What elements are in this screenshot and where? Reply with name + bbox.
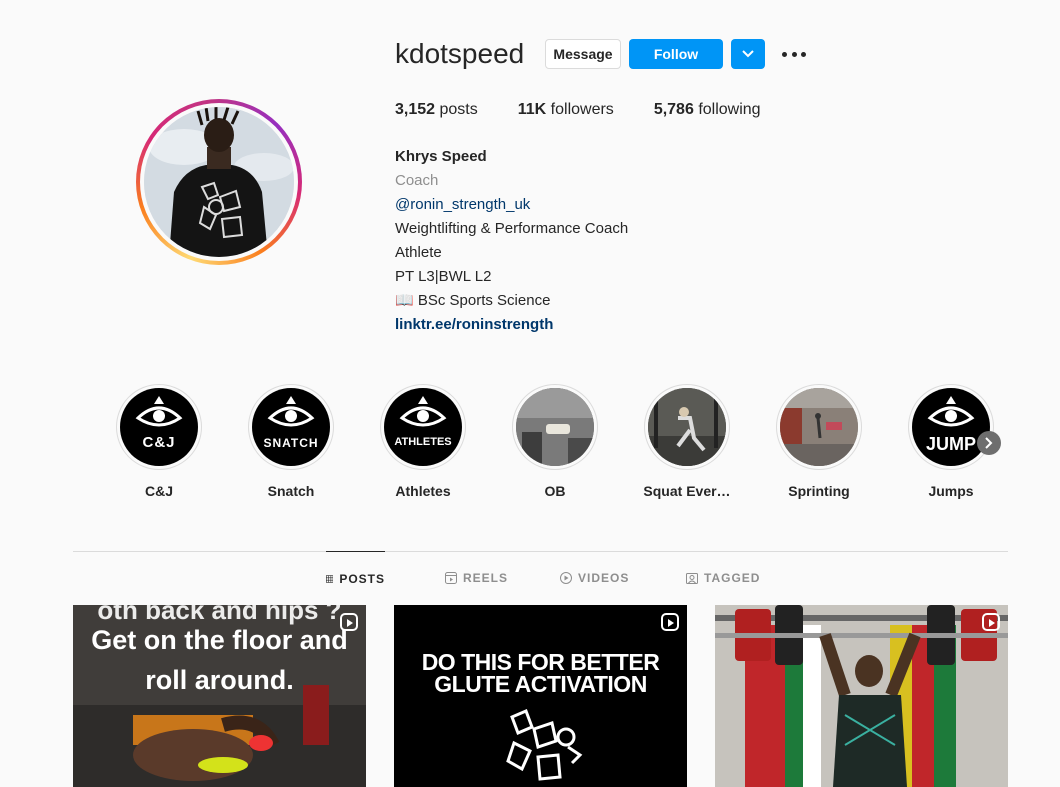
profile-bio: Khrys Speed Coach @ronin_strength_uk Wei… bbox=[395, 145, 628, 337]
tabs-divider bbox=[73, 551, 1008, 552]
highlight-ring: SNATCH bbox=[248, 384, 334, 470]
posts-label: posts bbox=[439, 101, 478, 118]
suggested-accounts-button[interactable] bbox=[731, 39, 765, 69]
highlight-item[interactable]: ATHLETES Athletes bbox=[378, 384, 468, 499]
tab-label: REELS bbox=[463, 571, 509, 585]
highlight-ring bbox=[644, 384, 730, 470]
video-icon bbox=[560, 572, 572, 584]
highlight-cover: SNATCH bbox=[252, 388, 330, 466]
highlight-ring bbox=[776, 384, 862, 470]
tab-label: TAGGED bbox=[704, 571, 761, 585]
post-caption-line: roll around. bbox=[145, 665, 294, 695]
bio-line: PT L3|BWL L2 bbox=[395, 268, 492, 285]
highlights-next-button[interactable] bbox=[977, 431, 1001, 455]
chevron-right-icon bbox=[985, 437, 993, 449]
bio-mention-link[interactable]: @ronin_strength_uk bbox=[395, 193, 628, 217]
highlight-badge-text: SNATCH bbox=[263, 436, 319, 450]
avatar-photo bbox=[144, 107, 294, 257]
posts-count: 3,152 bbox=[395, 101, 436, 118]
following-stat[interactable]: 5,786 following bbox=[654, 101, 761, 119]
highlight-label: OB bbox=[544, 483, 566, 499]
avatar[interactable] bbox=[144, 107, 294, 257]
highlight-label: Athletes bbox=[395, 483, 451, 499]
highlight-label: Squat Ever… bbox=[643, 483, 731, 499]
car-interior-photo bbox=[516, 388, 594, 466]
more-dot bbox=[782, 51, 787, 57]
follow-button[interactable]: Follow bbox=[629, 39, 723, 69]
highlight-ring bbox=[512, 384, 598, 470]
highlight-cover: JUMP bbox=[912, 388, 990, 466]
highlight-item[interactable]: Sprinting bbox=[774, 384, 864, 499]
bio-line: Athlete bbox=[395, 244, 442, 261]
highlight-ring: ATHLETES bbox=[380, 384, 466, 470]
reel-indicator-icon bbox=[661, 613, 679, 631]
highlight-cover: C&J bbox=[120, 388, 198, 466]
more-dot bbox=[791, 51, 797, 57]
post-thumbnail[interactable]: oth back and hips ? Get on the floor and… bbox=[73, 605, 366, 787]
highlight-cover: ATHLETES bbox=[384, 388, 462, 466]
post-thumbnail[interactable] bbox=[715, 605, 1008, 787]
grid-icon bbox=[326, 574, 334, 583]
post-thumbnail[interactable]: DO THIS FOR BETTER GLUTE ACTIVATION bbox=[394, 605, 687, 787]
highlight-cover bbox=[648, 388, 726, 466]
posts-stat: 3,152 posts bbox=[395, 101, 478, 119]
highlight-label: Sprinting bbox=[788, 483, 850, 499]
tab-reels[interactable]: REELS bbox=[445, 551, 508, 605]
bio-line: 📖 BSc Sports Science bbox=[395, 292, 551, 309]
highlight-ring: C&J bbox=[116, 384, 202, 470]
highlight-label: Snatch bbox=[267, 483, 315, 499]
profile-username: kdotspeed bbox=[395, 38, 525, 69]
post-caption-line: oth back and hips ? bbox=[97, 605, 342, 625]
highlight-label: Jumps bbox=[928, 483, 974, 499]
eye-logo-icon bbox=[135, 396, 183, 427]
bio-external-link[interactable]: linktr.ee/roninstrength bbox=[395, 313, 628, 337]
gym-squat-photo bbox=[648, 388, 726, 466]
tab-posts[interactable]: POSTS bbox=[326, 551, 385, 605]
bio-full-name: Khrys Speed bbox=[395, 148, 487, 165]
reel-indicator-icon bbox=[340, 613, 358, 631]
highlight-badge-text: ATHLETES bbox=[394, 436, 452, 448]
message-button[interactable]: Message bbox=[545, 39, 621, 69]
reel-indicator-icon bbox=[982, 613, 1000, 631]
highlight-badge-text: C&J bbox=[142, 434, 176, 451]
eye-logo-icon bbox=[399, 396, 447, 427]
tab-tagged[interactable]: TAGGED bbox=[686, 551, 760, 605]
highlight-cover bbox=[780, 388, 858, 466]
post-caption-line: GLUTE ACTIVATION bbox=[434, 671, 647, 697]
tab-label: VIDEOS bbox=[578, 571, 630, 585]
profile-stats: 3,152 posts 11K followers 5,786 followin… bbox=[395, 101, 801, 119]
highlight-item[interactable]: SNATCH Snatch bbox=[246, 384, 336, 499]
bio-line: Weightlifting & Performance Coach bbox=[395, 220, 629, 237]
followers-count: 11K bbox=[517, 101, 547, 118]
ronin-logo-icon bbox=[506, 709, 583, 781]
tagged-icon bbox=[686, 573, 698, 584]
tab-label: POSTS bbox=[339, 571, 385, 586]
highlight-item[interactable]: Squat Ever… bbox=[642, 384, 732, 499]
more-dot bbox=[801, 51, 806, 57]
following-count: 5,786 bbox=[653, 101, 694, 118]
highlight-item[interactable]: OB bbox=[510, 384, 600, 499]
more-options-icon[interactable] bbox=[782, 46, 806, 62]
highlight-cover bbox=[516, 388, 594, 466]
street-sprint-photo bbox=[780, 388, 858, 466]
highlight-ring: JUMP bbox=[908, 384, 994, 470]
following-label: following bbox=[698, 101, 761, 118]
post-clean-and-jerk-photo bbox=[715, 605, 1008, 787]
bio-category: Coach bbox=[395, 172, 439, 189]
highlight-item[interactable]: C&J C&J bbox=[114, 384, 204, 499]
chevron-down-icon bbox=[742, 50, 754, 58]
profile-avatar-ring[interactable] bbox=[136, 99, 302, 265]
reels-icon bbox=[445, 572, 457, 584]
post-caption-line: Get on the floor and bbox=[91, 625, 348, 655]
avatar-ring-gap bbox=[140, 103, 298, 261]
followers-stat[interactable]: 11K followers bbox=[518, 101, 614, 119]
followers-label: followers bbox=[550, 101, 614, 118]
tab-videos[interactable]: VIDEOS bbox=[560, 551, 629, 605]
highlight-label: C&J bbox=[144, 483, 173, 499]
eye-logo-icon bbox=[267, 396, 315, 427]
